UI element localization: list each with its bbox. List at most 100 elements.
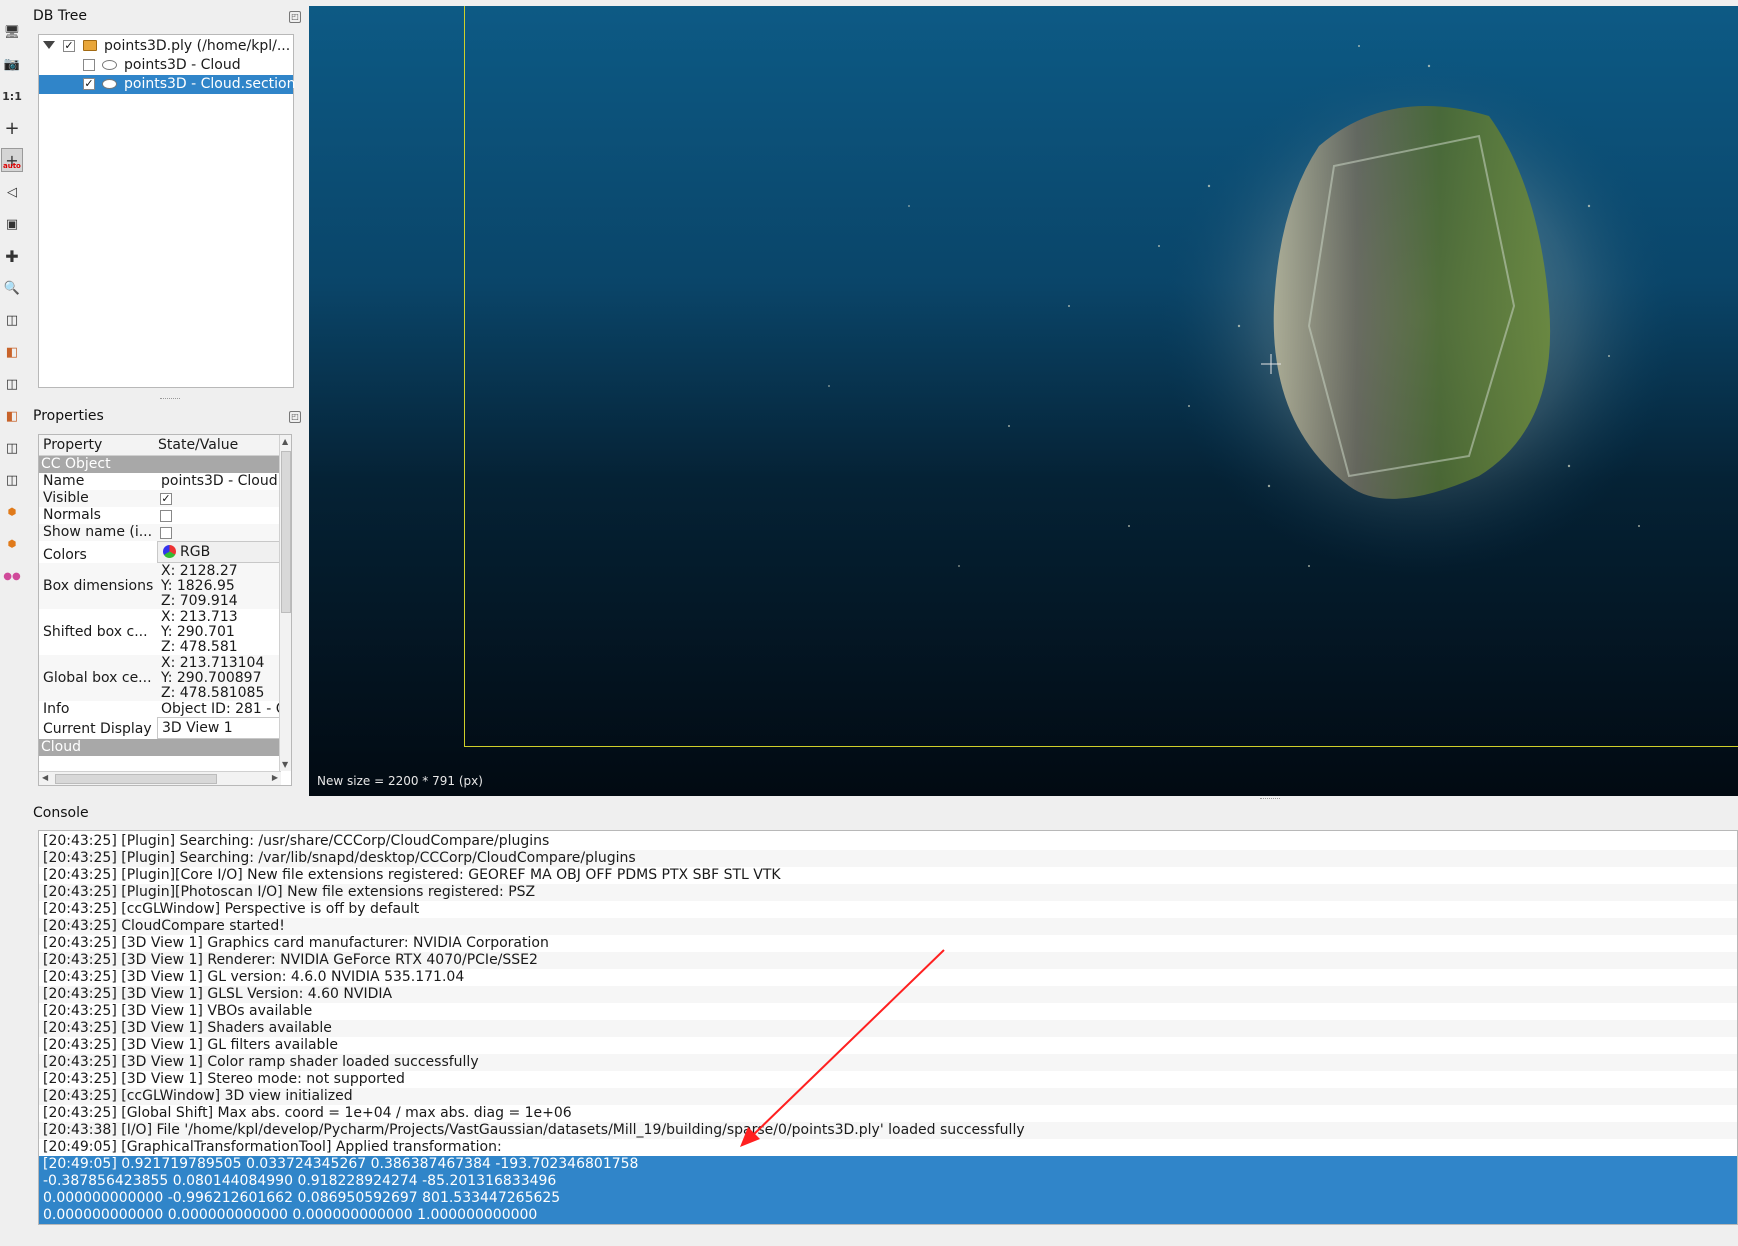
tree-checkbox[interactable]	[83, 59, 95, 71]
log-line[interactable]: [20:43:25] [3D View 1] Stereo mode: not …	[39, 1071, 1737, 1088]
colors-dropdown[interactable]: RGB	[157, 541, 281, 563]
zoom-1to1-icon[interactable]: 1:1	[1, 84, 23, 108]
prop-normals-key: Normals	[43, 507, 101, 523]
cloud-icon	[102, 60, 117, 70]
prop-box-y: Y: 1826.95	[161, 578, 235, 594]
camera-icon[interactable]: 📷	[1, 52, 23, 76]
log-line[interactable]: [20:43:25] [Global Shift] Max abs. coord…	[39, 1105, 1737, 1122]
db-tree-title: DB Tree	[33, 8, 88, 24]
prop-colors-key: Colors	[43, 547, 87, 563]
prop-shifted-y: Y: 290.701	[161, 624, 235, 640]
prop-info-key: Info	[43, 701, 70, 717]
3d-view[interactable]: New size = 2200 * 791 (px)	[309, 6, 1738, 796]
normals-checkbox[interactable]	[160, 510, 172, 522]
tree-item-cloud[interactable]: points3D - Cloud	[39, 56, 293, 75]
log-line[interactable]: [20:43:25] [3D View 1] Graphics card man…	[39, 935, 1737, 952]
pivot-cross-icon[interactable]: +	[1, 116, 23, 140]
log-line[interactable]: [20:43:25] [3D View 1] GL filters availa…	[39, 1037, 1737, 1054]
prop-name-key: Name	[43, 473, 85, 489]
tree-item-label: points3D - Cloud.section	[124, 76, 296, 92]
column-header-value[interactable]: State/Value	[154, 435, 285, 456]
log-line[interactable]: [20:43:25] [Plugin][Core I/O] New file e…	[39, 867, 1737, 884]
console-log[interactable]: [20:43:25] [Plugin] Searching: /usr/shar…	[38, 830, 1738, 1225]
properties-float-button[interactable]: ◰	[289, 411, 301, 423]
log-line[interactable]: [20:43:25] [3D View 1] Color ramp shader…	[39, 1054, 1737, 1071]
prop-shifted-z: Z: 478.581	[161, 639, 238, 655]
column-header-property[interactable]: Property	[39, 435, 158, 456]
point-cloud	[828, 45, 1679, 576]
stereo-icon[interactable]: ●●	[1, 564, 23, 588]
expand-arrow-icon[interactable]	[43, 41, 55, 49]
log-line-selected[interactable]: [20:49:05] 0.921719789505 0.033724345267…	[39, 1156, 1737, 1173]
prop-shifted-x: X: 213.713	[161, 609, 238, 625]
pivot-auto-icon[interactable]: + auto	[1, 148, 23, 172]
prop-global-y: Y: 290.700897	[161, 670, 262, 686]
visible-checkbox[interactable]: ✓	[160, 493, 172, 505]
prop-global-z: Z: 478.581085	[161, 685, 265, 701]
view-left-icon[interactable]: ◫	[1, 372, 23, 396]
log-line[interactable]: [20:43:25] [3D View 1] GL version: 4.6.0…	[39, 969, 1737, 986]
log-line[interactable]: [20:43:25] [3D View 1] Shaders available	[39, 1020, 1737, 1037]
prop-name-value[interactable]: points3D - Cloud.s	[157, 473, 281, 489]
prop-display-key: Current Display	[43, 721, 152, 737]
db-tree: ✓ points3D.ply (/home/kpl/... points3D -…	[38, 34, 296, 388]
prop-box-z: Z: 709.914	[161, 593, 238, 609]
panel-splitter[interactable]	[1260, 798, 1280, 802]
tree-item-cloud-section[interactable]: ✓ points3D - Cloud.section	[39, 75, 296, 94]
prop-global-key: Global box ce...	[43, 670, 152, 686]
scrollbar-thumb[interactable]	[281, 451, 291, 613]
lighting-icon[interactable]: ▣	[1, 212, 23, 236]
tree-checkbox[interactable]: ✓	[83, 78, 95, 90]
log-line[interactable]: [20:43:25] [ccGLWindow] 3D view initiali…	[39, 1088, 1737, 1105]
prop-box-key: Box dimensions	[43, 578, 154, 594]
section-cloud: Cloud	[39, 739, 281, 756]
log-line[interactable]: [20:43:25] [Plugin][Photoscan I/O] New f…	[39, 884, 1737, 901]
scroll-left-icon[interactable]: ◀	[42, 773, 48, 782]
tree-checkbox[interactable]: ✓	[63, 40, 75, 52]
scrollbar-thumb[interactable]	[55, 774, 217, 784]
view-front-cube-icon[interactable]: ◧	[1, 340, 23, 364]
panel-splitter[interactable]	[160, 398, 180, 402]
log-line[interactable]: [20:43:25] [3D View 1] VBOs available	[39, 1003, 1737, 1020]
prop-shifted-key: Shifted box c...	[43, 624, 148, 640]
log-line-selected[interactable]: 0.000000000000 0.000000000000 0.00000000…	[39, 1207, 1737, 1224]
view-bottom-icon[interactable]: ◫	[1, 436, 23, 460]
log-line-selected[interactable]: -0.387856423855 0.080144084990 0.9182289…	[39, 1173, 1737, 1190]
scroll-down-icon[interactable]: ▼	[282, 760, 288, 769]
zoom-icon[interactable]: 🔍	[1, 276, 23, 300]
log-line[interactable]: [20:43:25] [3D View 1] Renderer: NVIDIA …	[39, 952, 1737, 969]
screen-icon[interactable]: 🖥	[1, 20, 23, 44]
db-tree-float-button[interactable]: ◰	[289, 11, 301, 23]
properties-horizontal-scrollbar[interactable]: ◀ ▶	[39, 771, 281, 785]
display-dropdown[interactable]: 3D View 1	[157, 717, 281, 739]
tree-item-label: points3D.ply (/home/kpl/...	[104, 38, 291, 54]
scroll-right-icon[interactable]: ▶	[272, 773, 278, 782]
prop-global-x: X: 213.713104	[161, 655, 265, 671]
iso-back-icon[interactable]: ⬢	[1, 532, 23, 556]
showname-checkbox[interactable]	[160, 527, 172, 539]
left-toolbar: 🖥 📷 1:1 + + auto ◁ ▣ ✚ 🔍 ◫ ◧ ◫ ◧ ◫ ◫ ⬢ ⬢ …	[0, 0, 24, 600]
log-line[interactable]: [20:43:38] [I/O] File '/home/kpl/develop…	[39, 1122, 1737, 1139]
cloud-body	[1273, 106, 1551, 499]
log-line[interactable]: [20:43:25] [3D View 1] GLSL Version: 4.6…	[39, 986, 1737, 1003]
properties-table: Property State/Value CC Object Name poin…	[38, 434, 292, 786]
tree-item-ply[interactable]: ✓ points3D.ply (/home/kpl/...	[39, 37, 293, 56]
log-line[interactable]: [20:43:25] CloudCompare started!	[39, 918, 1737, 935]
pan-icon[interactable]: ✚	[1, 244, 23, 268]
section-cc-object: CC Object	[39, 456, 281, 473]
perspective-icon[interactable]: ◁	[1, 180, 23, 204]
log-line-selected[interactable]: 0.000000000000 -0.996212601662 0.0869505…	[39, 1190, 1737, 1207]
properties-vertical-scrollbar[interactable]: ▲ ▼	[279, 435, 291, 771]
status-message: New size = 2200 * 791 (px)	[317, 774, 483, 788]
view-top-icon[interactable]: ◫	[1, 308, 23, 332]
log-line[interactable]: [20:43:25] [ccGLWindow] Perspective is o…	[39, 901, 1737, 918]
prop-visible-key: Visible	[43, 490, 89, 506]
view-right-cube-icon[interactable]: ◧	[1, 404, 23, 428]
log-line[interactable]: [20:49:05] [GraphicalTransformationTool]…	[39, 1139, 1737, 1156]
iso-front-icon[interactable]: ⬢	[1, 500, 23, 524]
log-line[interactable]: [20:43:25] [Plugin] Searching: /var/lib/…	[39, 850, 1737, 867]
log-line[interactable]: [20:43:25] [Plugin] Searching: /usr/shar…	[39, 833, 1737, 850]
view-back-icon[interactable]: ◫	[1, 468, 23, 492]
prop-info-value: Object ID: 281 - Ch	[161, 701, 281, 717]
scroll-up-icon[interactable]: ▲	[282, 437, 288, 446]
